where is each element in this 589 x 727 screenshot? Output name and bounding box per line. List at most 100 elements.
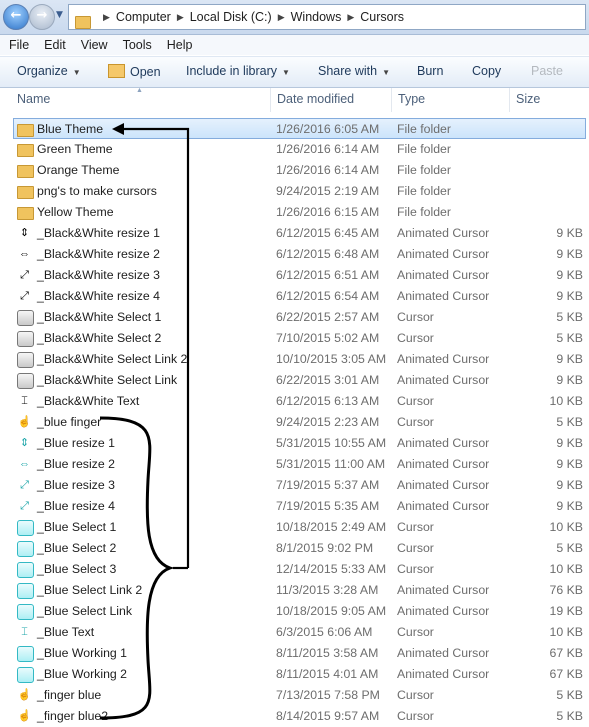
file-row[interactable]: ☝ _finger blue2 8/14/2015 9:57 AM Cursor 5 K… [0,706,589,727]
file-row[interactable]: _Black&White Select Link 2 10/10/2015 3:0… [0,349,589,370]
breadcrumb-local-disk[interactable]: Local Disk (C:) [190,10,272,24]
menu-help[interactable]: Help [167,38,193,52]
file-row[interactable]: _Blue Select 3 12/14/2015 5:33 AM Cursor 10… [0,559,589,580]
file-size: 67 KB [549,646,584,660]
file-size: 9 KB [556,373,583,387]
chevron-right-icon[interactable]: ▶ [177,12,184,23]
file-date-modified: 6/12/2015 6:45 AM [276,226,380,240]
menu-edit[interactable]: Edit [44,38,66,52]
file-row[interactable]: ⤢ _Black&White resize 4 6/12/2015 6:54 AM A… [0,286,589,307]
file-row[interactable]: png's to make cursors 9/24/2015 2:19 AM Fi… [0,181,589,202]
file-row[interactable]: ⇕ _Black&White resize 1 6/12/2015 6:45 AM A… [0,223,589,244]
menu-file[interactable]: File [9,38,29,52]
file-row[interactable]: ⌶ _Black&White Text 6/12/2015 6:13 AM Curso… [0,391,589,412]
file-row[interactable]: ☝ _finger blue 7/13/2015 7:58 PM Cursor 5 KB [0,685,589,706]
file-name: Yellow Theme [37,205,114,219]
file-date-modified: 1/26/2016 6:14 AM [276,142,380,156]
file-type: Animated Cursor [397,247,490,261]
chevron-right-icon[interactable]: ▶ [347,12,354,23]
file-type: Animated Cursor [397,436,490,450]
file-type: Cursor [397,625,434,639]
file-date-modified: 6/12/2015 6:54 AM [276,289,380,303]
forward-button[interactable]: → [29,4,55,30]
breadcrumb-cursors[interactable]: Cursors [360,10,404,24]
file-date-modified: 8/1/2015 9:02 PM [276,541,374,555]
chevron-right-icon[interactable]: ▶ [278,12,285,23]
file-row[interactable]: ⇔ _Black&White resize 2 6/12/2015 6:48 AM A… [0,244,589,265]
column-header-row: ▲ Name Date modified Type Size [0,87,589,112]
recent-pages-dropdown-icon[interactable]: ▼ [56,10,63,20]
resize-vertical-icon: ⇕ [19,437,30,449]
file-row[interactable]: Blue Theme 1/26/2016 6:05 AM File folder [13,118,586,139]
breadcrumb-computer[interactable]: Computer [116,10,171,24]
column-divider[interactable] [270,88,271,112]
file-row[interactable]: ⌶ _Blue Text 6/3/2015 6:06 AM Cursor 10 KB [0,622,589,643]
chevron-right-icon[interactable]: ▶ [103,12,110,23]
share-with-button[interactable]: Share with ▼ [318,64,390,78]
breadcrumb-windows[interactable]: Windows [291,10,342,24]
file-size: 10 KB [549,520,584,534]
column-type[interactable]: Type [398,92,425,106]
file-type: File folder [397,142,451,156]
file-row[interactable]: _Blue Select Link 2 11/3/2015 3:28 AM Anim… [0,580,589,601]
resize-diagonal-icon: ⤢ [20,479,29,491]
file-date-modified: 7/19/2015 5:37 AM [276,478,380,492]
file-type: File folder [397,205,451,219]
file-row[interactable]: _Blue Select 1 10/18/2015 2:49 AM Cursor 10… [0,517,589,538]
file-row[interactable]: ☝ _blue finger 9/24/2015 2:23 AM Cursor 5 KB [0,412,589,433]
file-name: _finger blue2 [37,709,109,723]
file-row[interactable]: ⇕ _Blue resize 1 5/31/2015 10:55 AM Animate… [0,433,589,454]
file-row[interactable]: ⤢ _Black&White resize 3 6/12/2015 6:51 AM A… [0,265,589,286]
file-type: Animated Cursor [397,646,490,660]
file-row[interactable]: _Black&White Select Link 6/22/2015 3:01 A… [0,370,589,391]
file-type: Animated Cursor [397,667,490,681]
file-type: Animated Cursor [397,604,490,618]
breadcrumb[interactable]: ▶ Computer ▶ Local Disk (C:) ▶ Windows ▶… [68,4,586,30]
file-size: 9 KB [556,226,583,240]
file-name: _Blue resize 2 [37,457,115,471]
back-button[interactable]: ← [3,4,29,30]
copy-button[interactable]: Copy [472,64,501,78]
file-name: _Blue Text [37,625,95,639]
file-row[interactable]: Green Theme 1/26/2016 6:14 AM File folder [0,139,589,160]
file-name: _finger blue [37,688,102,702]
file-row[interactable]: _Black&White Select 2 7/10/2015 5:02 AM Cu… [0,328,589,349]
file-row[interactable]: _Black&White Select 1 6/22/2015 2:57 AM Cu… [0,307,589,328]
file-type: Animated Cursor [397,457,490,471]
file-name: _Blue resize 4 [37,499,115,513]
file-row[interactable]: _Blue Working 1 8/11/2015 3:58 AM Animated… [0,643,589,664]
column-divider[interactable] [391,88,392,112]
organize-button[interactable]: Organize ▼ [17,64,81,78]
file-row[interactable]: ⤢ _Blue resize 4 7/19/2015 5:35 AM Animated… [0,496,589,517]
file-name: _Black&White Select 2 [37,331,162,345]
file-type: Animated Cursor [397,226,490,240]
paste-button[interactable]: Paste [531,64,563,78]
file-row[interactable]: ⤢ _Blue resize 3 7/19/2015 5:37 AM Animated… [0,475,589,496]
file-row[interactable]: _Blue Working 2 8/11/2015 4:01 AM Animated… [0,664,589,685]
file-row[interactable]: _Blue Select Link 10/18/2015 9:05 AM Anima… [0,601,589,622]
column-divider[interactable] [509,88,510,112]
file-date-modified: 8/14/2015 9:57 AM [276,709,380,723]
file-date-modified: 10/18/2015 9:05 AM [276,604,387,618]
file-type: Cursor [397,688,434,702]
column-size[interactable]: Size [516,92,540,106]
menu-tools[interactable]: Tools [123,38,152,52]
burn-button[interactable]: Burn [417,64,443,78]
file-row[interactable]: Yellow Theme 1/26/2016 6:15 AM File folder [0,202,589,223]
include-in-library-button[interactable]: Include in library ▼ [186,64,290,78]
file-row[interactable]: Orange Theme 1/26/2016 6:14 AM File folder [0,160,589,181]
file-date-modified: 5/31/2015 11:00 AM [276,457,386,471]
file-row[interactable]: ⇔ _Blue resize 2 5/31/2015 11:00 AM Animate… [0,454,589,475]
menu-view[interactable]: View [81,38,108,52]
column-date-modified[interactable]: Date modified [277,92,354,106]
file-name: _Black&White resize 2 [37,247,161,261]
cursor-square-icon [17,667,34,683]
open-button[interactable]: Open [108,64,161,79]
file-name: Green Theme [37,142,113,156]
column-name[interactable]: Name [17,92,50,106]
file-type: Cursor [397,541,434,555]
file-type: Animated Cursor [397,583,490,597]
file-row[interactable]: _Blue Select 2 8/1/2015 9:02 PM Cursor 5 KB [0,538,589,559]
file-name: _Black&White Select Link [37,373,178,387]
cursor-square-icon [17,520,34,536]
